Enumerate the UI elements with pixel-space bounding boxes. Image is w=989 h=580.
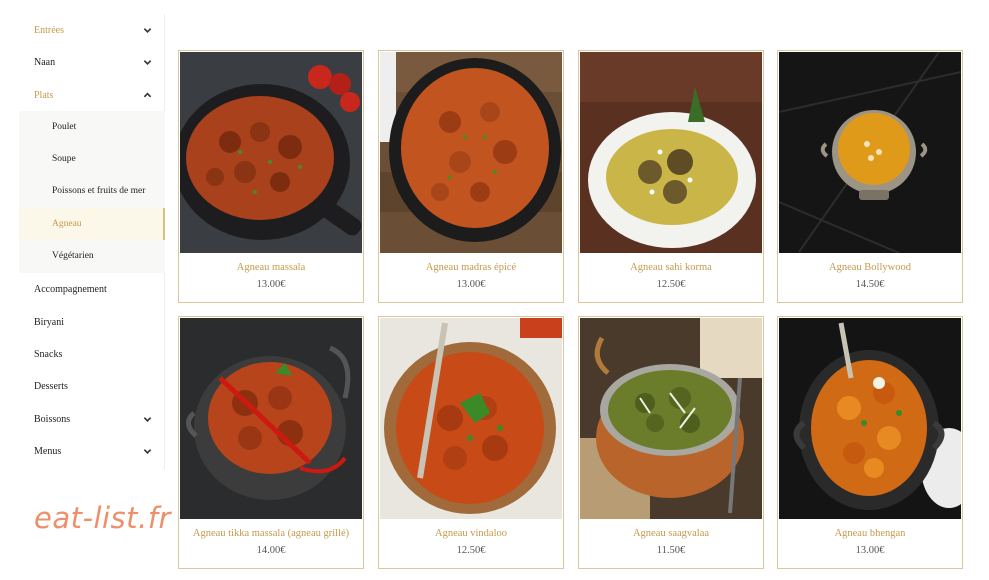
nav-item-snacks[interactable]: Snacks	[19, 338, 165, 370]
product-card[interactable]: Agneau sahi korma 12.50€	[578, 50, 764, 303]
product-price: 13.00€	[855, 545, 885, 556]
nav-item-desserts[interactable]: Desserts	[19, 370, 165, 402]
product-card[interactable]: Agneau Bollywood 14.50€	[777, 50, 963, 303]
nav-item-label: Biryani	[34, 316, 64, 328]
product-name: Agneau sahi korma	[630, 262, 712, 273]
dish-photo	[779, 52, 961, 253]
chevron-down-icon	[140, 412, 154, 426]
sub-item-poulet[interactable]: Poulet	[19, 111, 165, 143]
product-card[interactable]: Agneau tikka massala (agneau grillé) 14.…	[178, 316, 364, 569]
product-price: 14.00€	[256, 545, 286, 556]
nav-item-label: Desserts	[34, 380, 68, 392]
product-name: Agneau vindaloo	[434, 528, 508, 539]
product-name: Agneau massala	[236, 262, 306, 273]
nav-item-plats[interactable]: Plats	[19, 79, 165, 111]
dish-photo	[180, 52, 362, 253]
nav-item-biryani[interactable]: Biryani	[19, 306, 165, 338]
product-price: 12.50€	[656, 279, 686, 290]
product-name: Agneau saagvalaa	[632, 528, 710, 539]
nav-item-accompagnement[interactable]: Accompagnement	[19, 273, 165, 305]
watermark-logo: eat-list.fr	[34, 501, 171, 535]
product-price: 13.00€	[256, 279, 286, 290]
dish-photo	[580, 52, 762, 253]
dish-photo	[180, 318, 362, 519]
product-price: 11.50€	[656, 545, 686, 556]
sub-item-label: Poissons et fruits de mer	[52, 186, 146, 196]
nav-item-label: Naan	[34, 56, 56, 68]
nav-item-naan[interactable]: Naan	[19, 46, 165, 78]
dish-photo	[380, 318, 562, 519]
sub-item-soupe[interactable]: Soupe	[19, 143, 165, 175]
dish-photo	[779, 318, 961, 519]
product-name: Agneau tikka massala (agneau grillé)	[192, 528, 350, 539]
chevron-down-icon	[140, 55, 154, 69]
sub-item-agneau[interactable]: Agneau	[19, 208, 165, 240]
sub-item-label: Poulet	[52, 122, 77, 132]
product-price: 13.00€	[456, 279, 486, 290]
chevron-down-icon	[140, 23, 154, 37]
category-sidebar: Entrées Naan Plats Poulet Soupe Poissons…	[19, 14, 165, 470]
nav-item-label: Menus	[34, 445, 62, 457]
product-name: Agneau madras épicé	[425, 262, 517, 273]
product-card[interactable]: Agneau saagvalaa 11.50€	[578, 316, 764, 569]
sub-item-label: Soupe	[52, 154, 76, 164]
nav-item-label: Boissons	[34, 413, 71, 425]
sub-item-label: Agneau	[52, 219, 82, 229]
product-card[interactable]: Agneau massala 13.00€	[178, 50, 364, 303]
chevron-down-icon	[140, 444, 154, 458]
nav-item-label: Accompagnement	[34, 283, 107, 295]
chevron-up-icon	[140, 88, 154, 102]
dish-photo	[580, 318, 762, 519]
nav-item-entrees[interactable]: Entrées	[19, 14, 165, 46]
nav-item-menus[interactable]: Menus	[19, 435, 165, 467]
sub-item-label: Végétarien	[52, 251, 94, 261]
product-card[interactable]: Agneau vindaloo 12.50€	[378, 316, 564, 569]
sub-item-vegetarien[interactable]: Végétarien	[19, 240, 165, 272]
product-card[interactable]: Agneau madras épicé 13.00€	[378, 50, 564, 303]
product-price: 12.50€	[456, 545, 486, 556]
nav-item-label: Entrées	[34, 24, 64, 36]
nav-item-label: Snacks	[34, 348, 63, 360]
plats-submenu: Poulet Soupe Poissons et fruits de mer A…	[19, 111, 165, 273]
sub-item-poissons[interactable]: Poissons et fruits de mer	[19, 175, 165, 207]
product-name: Agneau bhengan	[834, 528, 906, 539]
nav-item-label: Plats	[34, 89, 54, 101]
dish-photo	[380, 52, 562, 253]
product-card[interactable]: Agneau bhengan 13.00€	[777, 316, 963, 569]
nav-item-boissons[interactable]: Boissons	[19, 403, 165, 435]
product-price: 14.50€	[855, 279, 885, 290]
product-name: Agneau Bollywood	[829, 262, 911, 273]
